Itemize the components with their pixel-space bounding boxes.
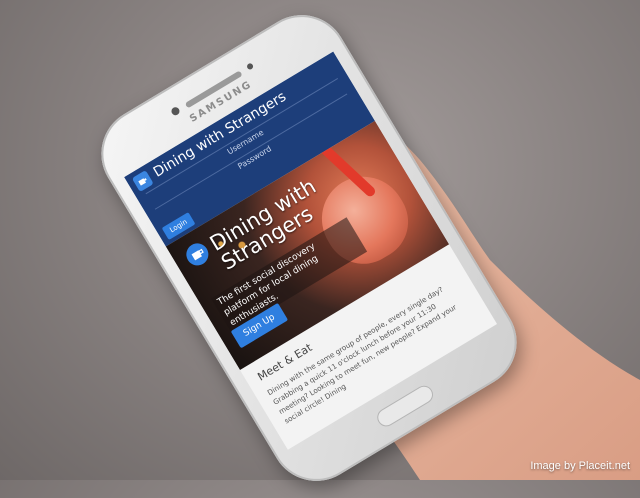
app-logo-icon[interactable] xyxy=(131,170,154,193)
image-credit: Image by Placeit.net xyxy=(530,460,630,472)
photo-scene: SAMSUNG Dining with Strangers Username P… xyxy=(0,0,640,498)
